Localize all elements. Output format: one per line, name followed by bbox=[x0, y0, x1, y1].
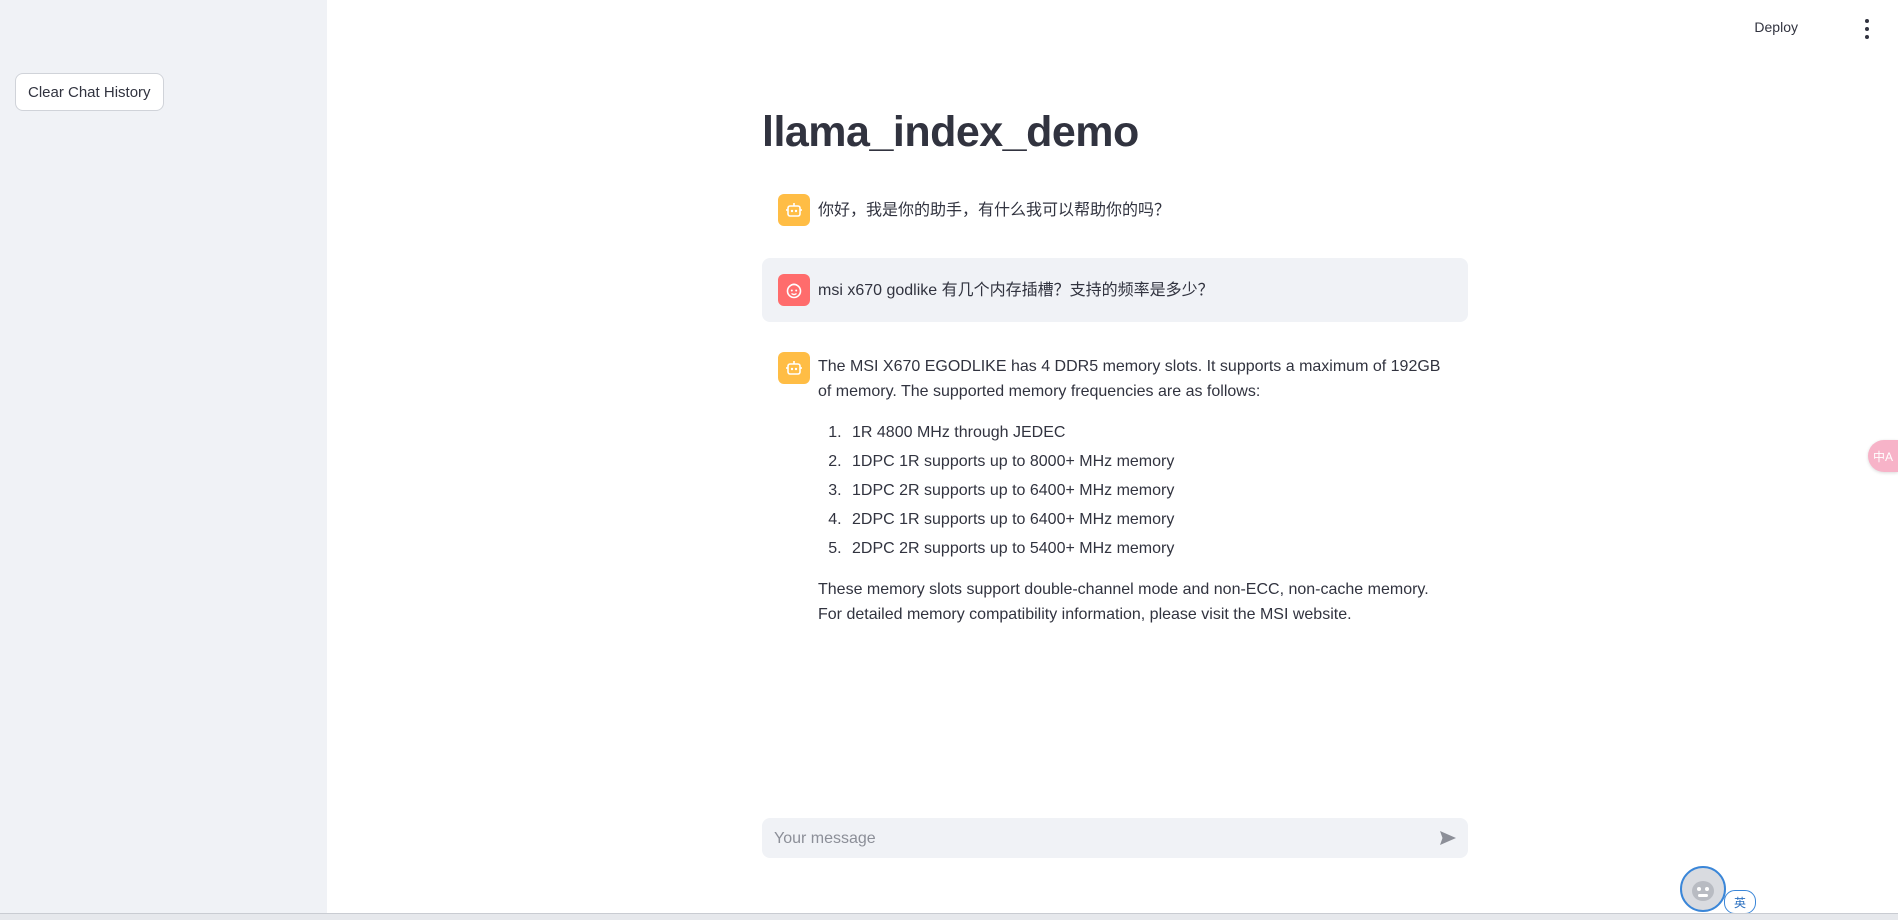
clear-chat-history-button[interactable]: Clear Chat History bbox=[15, 73, 164, 111]
message-text: 你好，我是你的助手，有什么我可以帮助你的吗？ bbox=[818, 202, 1171, 219]
list-item: 2DPC 2R supports up to 5400+ MHz memory bbox=[846, 536, 1452, 561]
sidebar: Clear Chat History bbox=[0, 0, 327, 919]
page-title: llama_index_demo bbox=[762, 108, 1139, 156]
chat-message-user: msi x670 godlike 有几个内存插槽？支持的频率是多少？ bbox=[762, 258, 1468, 322]
chat-message-assistant: 你好，我是你的助手，有什么我可以帮助你的吗？ bbox=[762, 194, 1468, 228]
message-text: msi x670 godlike 有几个内存插槽？支持的频率是多少？ bbox=[818, 281, 1214, 299]
bot-icon bbox=[778, 352, 810, 384]
user-face-icon bbox=[778, 274, 810, 306]
message-text: The MSI X670 EGODLIKE has 4 DDR5 memory … bbox=[818, 352, 1452, 627]
ime-widget[interactable]: 英 bbox=[1680, 866, 1760, 918]
ime-avatar-icon[interactable] bbox=[1680, 866, 1726, 912]
chat-input-box bbox=[762, 818, 1468, 860]
list-item: 1DPC 1R supports up to 8000+ MHz memory bbox=[846, 449, 1452, 474]
bot-icon bbox=[778, 194, 810, 226]
send-icon[interactable] bbox=[1436, 826, 1460, 850]
chat-message-assistant: The MSI X670 EGODLIKE has 4 DDR5 memory … bbox=[762, 352, 1468, 627]
list-item: 1R 4800 MHz through JEDEC bbox=[846, 420, 1452, 445]
list-item: 1DPC 2R supports up to 6400+ MHz memory bbox=[846, 478, 1452, 503]
frequency-list: 1R 4800 MHz through JEDEC 1DPC 1R suppor… bbox=[818, 420, 1452, 561]
message-input[interactable] bbox=[772, 818, 1416, 860]
message-outro: These memory slots support double-channe… bbox=[818, 581, 1429, 623]
list-item: 2DPC 1R supports up to 6400+ MHz memory bbox=[846, 507, 1452, 532]
message-intro: The MSI X670 EGODLIKE has 4 DDR5 memory … bbox=[818, 358, 1441, 400]
ime-mode-badge[interactable]: 英 bbox=[1724, 890, 1756, 914]
more-vertical-icon[interactable] bbox=[1862, 19, 1872, 39]
translate-tab[interactable]: 中A bbox=[1868, 440, 1898, 472]
deploy-button[interactable]: Deploy bbox=[1754, 19, 1798, 35]
